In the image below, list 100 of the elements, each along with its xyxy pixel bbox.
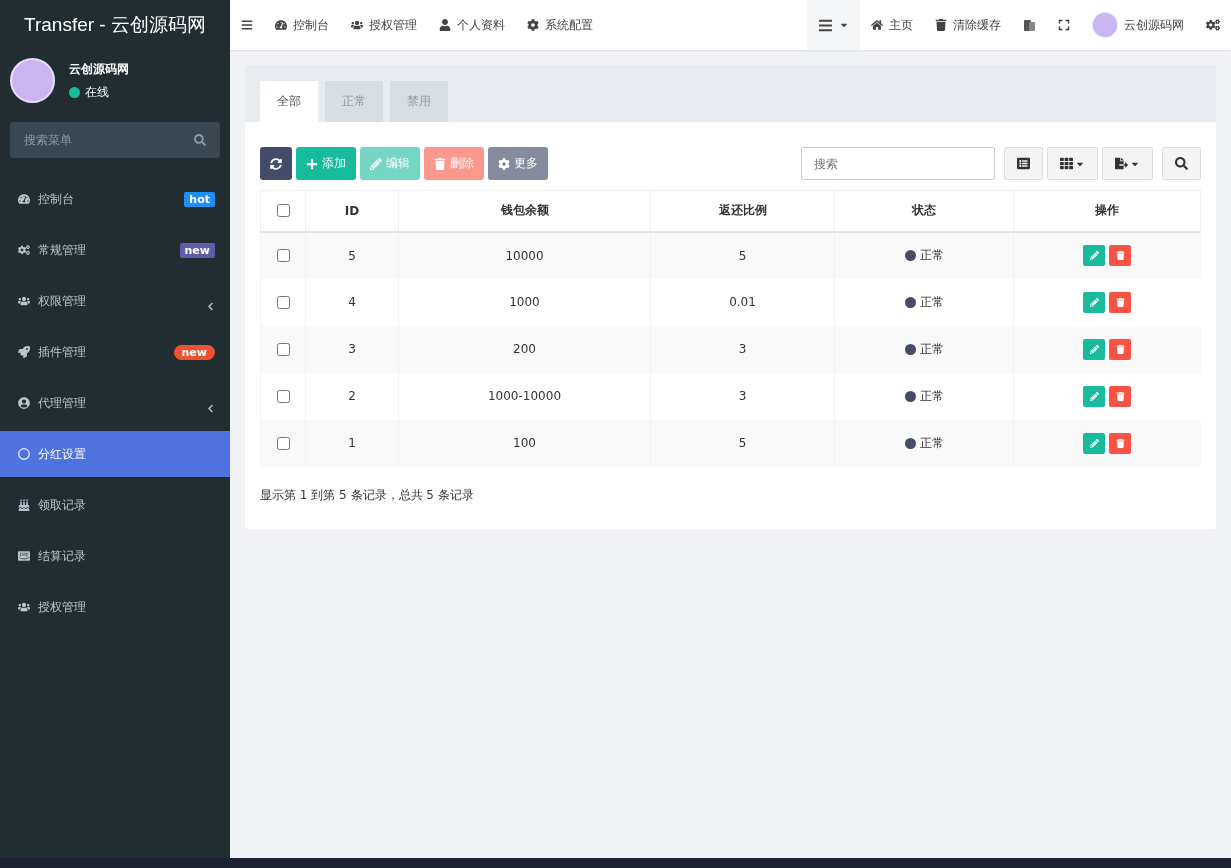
status-text: 正常: [919, 387, 944, 405]
list-dropdown[interactable]: [807, 0, 860, 50]
menu-icon: [241, 19, 253, 31]
trash-icon: [935, 19, 947, 31]
edit-button[interactable]: [1083, 338, 1106, 360]
table-cell: 10000: [398, 231, 651, 279]
sidebar-item[interactable]: 授权管理: [0, 584, 230, 630]
column-header: 钱包余额: [398, 190, 651, 232]
edit-button[interactable]: [1083, 291, 1106, 313]
nav-link[interactable]: 系统配置: [516, 0, 604, 50]
row-checkbox[interactable]: [277, 342, 290, 356]
book-icon: [1023, 18, 1036, 32]
gear-icon: [527, 19, 539, 31]
row-checkbox[interactable]: [277, 249, 290, 262]
menu-badge: hot: [184, 191, 215, 207]
sidebar-item[interactable]: 分红设置: [0, 431, 230, 477]
pencil-icon: [1089, 391, 1099, 401]
trash-icon: [1115, 344, 1125, 354]
dashboard-icon: [18, 193, 30, 205]
pencil-icon: [1089, 438, 1099, 448]
table-cell: 3: [650, 372, 835, 420]
pencil-icon: [370, 157, 382, 170]
sidebar-item[interactable]: 结算记录: [0, 533, 230, 579]
nav-link[interactable]: 主页: [860, 0, 924, 50]
nav-link[interactable]: 控制台: [264, 0, 340, 50]
cake-icon: [18, 499, 30, 511]
row-checkbox[interactable]: [277, 295, 290, 309]
list-icon: [818, 17, 833, 33]
sidebar-item[interactable]: 领取记录: [0, 482, 230, 528]
sidebar-item[interactable]: 控制台 hot: [0, 176, 230, 222]
gears-icon: [18, 244, 30, 256]
search-button[interactable]: [1162, 147, 1201, 180]
toggle-view-button[interactable]: [1004, 147, 1043, 180]
row-checkbox[interactable]: [277, 389, 290, 403]
columns-button[interactable]: [1047, 147, 1098, 180]
gear-icon: [498, 157, 510, 170]
table-cell: 3: [650, 325, 835, 373]
search-icon: [194, 134, 206, 146]
table-cell: 100: [398, 419, 651, 467]
online-status: 在线: [85, 83, 109, 101]
status-text: 正常: [919, 340, 944, 358]
edit-button[interactable]: [1083, 432, 1106, 454]
filter-tab[interactable]: 全部: [260, 81, 318, 122]
table-cell: 200: [398, 325, 651, 373]
user-icon: [439, 19, 451, 31]
status-dot-icon: [904, 343, 916, 355]
trash-icon: [1115, 438, 1125, 448]
delete-button[interactable]: [1109, 291, 1132, 313]
export-icon: [1115, 157, 1128, 170]
refresh-button[interactable]: [260, 147, 292, 180]
sidebar-item[interactable]: 代理管理: [0, 380, 230, 426]
user-menu[interactable]: 云创源码网: [1081, 0, 1195, 50]
column-header: 状态: [834, 190, 1014, 232]
search-icon: [1175, 157, 1188, 170]
trash-icon: [434, 157, 446, 170]
user-name: 云创源码网: [69, 60, 129, 78]
users-icon: [18, 295, 30, 307]
column-header: ID: [305, 190, 399, 232]
avatar: [10, 58, 55, 103]
online-dot-icon: [69, 86, 80, 98]
delete-button[interactable]: [1109, 432, 1132, 454]
table-cell: 3: [305, 325, 399, 373]
nav-link[interactable]: 授权管理: [340, 0, 428, 50]
select-all-checkbox[interactable]: [277, 204, 290, 218]
status-text: 正常: [919, 434, 944, 452]
column-header: 返还比例: [650, 190, 835, 232]
nav-link[interactable]: 清除缓存: [924, 0, 1012, 50]
status-dot-icon: [904, 437, 916, 449]
table-cell: 5: [650, 419, 835, 467]
status-dot-icon: [904, 296, 916, 308]
pencil-icon: [1089, 251, 1099, 260]
table-cell: 0.01: [650, 278, 835, 326]
sidebar-item[interactable]: 权限管理: [0, 278, 230, 324]
expand-icon: [1058, 19, 1070, 31]
row-checkbox[interactable]: [277, 436, 290, 450]
export-button[interactable]: [1102, 147, 1153, 180]
edit-button[interactable]: [1083, 385, 1106, 407]
delete-button[interactable]: [1109, 385, 1132, 407]
search-field[interactable]: 搜索: [801, 147, 995, 180]
users-icon: [351, 19, 363, 31]
edit-button[interactable]: [1083, 245, 1106, 266]
table-cell: 2: [305, 372, 399, 420]
table-cell: 1000: [398, 278, 651, 326]
status-dot-icon: [904, 250, 916, 261]
brand-title: Transfer - 云创源码网: [23, 13, 207, 37]
sidebar-item[interactable]: 常规管理 new: [0, 227, 230, 273]
delete-button[interactable]: [1109, 245, 1132, 266]
pagination-summary: 显示第 1 到第 5 条记录，总共 5 条记录: [260, 486, 475, 504]
table-cell: 5: [650, 231, 835, 279]
delete-button[interactable]: [1109, 338, 1132, 360]
card-icon: [18, 550, 30, 562]
sidebar-item[interactable]: 插件管理 new: [0, 329, 230, 375]
pencil-icon: [1089, 344, 1099, 354]
nav-link[interactable]: 个人资料: [428, 0, 516, 50]
menu-badge: new: [179, 242, 215, 258]
menu-badge: new: [173, 344, 215, 360]
column-header: 操作: [1013, 190, 1201, 232]
table-cell: 5: [305, 231, 399, 279]
list-icon: [1017, 157, 1030, 170]
table-cell: 1: [305, 419, 399, 467]
